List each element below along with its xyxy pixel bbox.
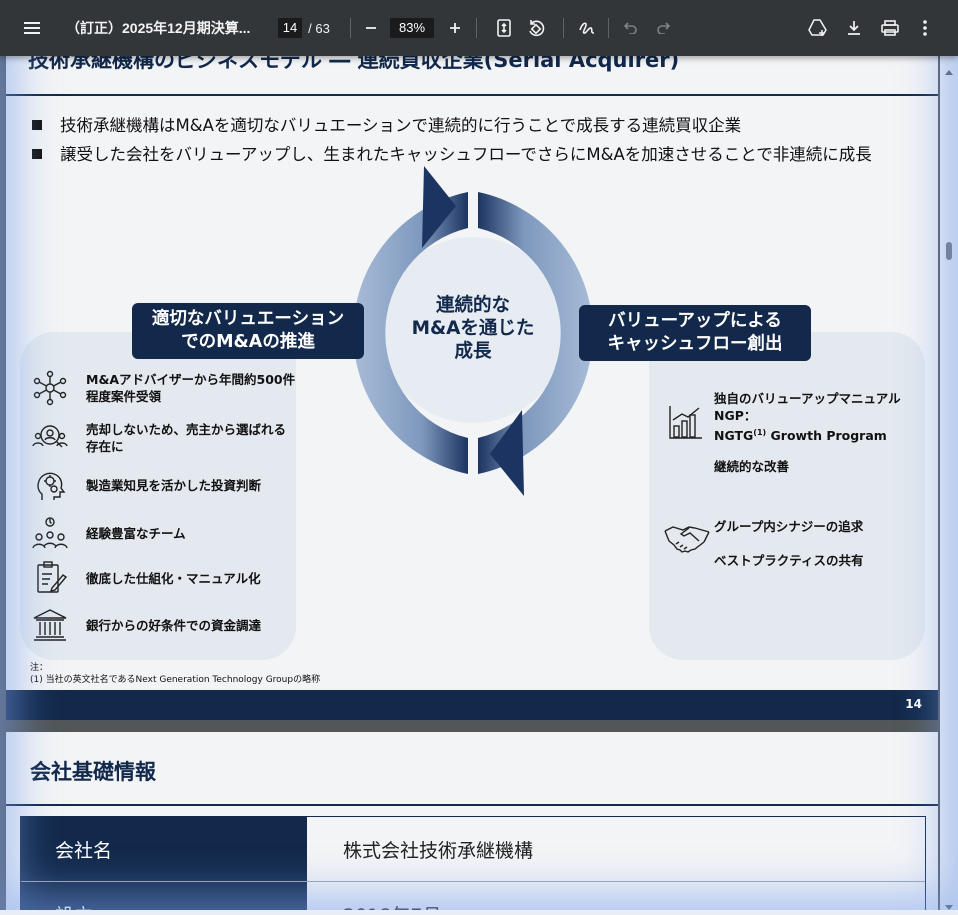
- head-gears-icon: [31, 466, 69, 504]
- toolbar-separator: [350, 18, 351, 38]
- left-item-4: 経験豊富なチーム: [31, 514, 296, 552]
- table-header-cell: 会社名: [21, 817, 306, 881]
- download-button[interactable]: [840, 0, 868, 56]
- print-button[interactable]: [876, 0, 904, 56]
- right-label-line-1: バリューアップによる: [608, 311, 782, 331]
- pdf-viewer[interactable]: 技術承継機構のビジネスモデル ― 連続買収企業(Serial Acquirer)…: [0, 0, 958, 910]
- continuous-improvement-text: 継続的な改善: [714, 459, 790, 474]
- slide-footer: 14: [6, 690, 938, 720]
- ngtg-line: NGTG(1) Growth Program: [714, 424, 901, 444]
- redo-button[interactable]: [650, 0, 676, 56]
- left-item-2-text: 売却しないため、売主から選ばれる存在に: [86, 422, 287, 454]
- toolbar-separator: [563, 18, 564, 38]
- left-label-box: 適切なバリュエーション でのM&Aの推進: [132, 303, 364, 359]
- more-options-button[interactable]: [914, 0, 936, 56]
- ngp-text: NGP：: [714, 408, 757, 423]
- rotate-icon: [529, 20, 545, 37]
- scroll-thumb[interactable]: [946, 242, 952, 260]
- checklist-icon: [31, 559, 69, 597]
- table-row: 設立 2018年7月: [21, 882, 925, 910]
- table-row: 会社名 株式会社技術承継機構: [21, 817, 925, 882]
- next-page-title: 会社基礎情報: [30, 760, 156, 784]
- center-line-2: M&Aを通じた: [411, 318, 535, 339]
- left-item-1-text: M&Aアドバイザーから年間約500件程度案件受領: [86, 372, 296, 404]
- document-title: （訂正）2025年12月期決算...: [66, 0, 256, 56]
- pdf-page-15: 会社基礎情報 会社名 株式会社技術承継機構 設立 2018年7月: [6, 732, 938, 910]
- bar-chart-icon: [668, 404, 704, 444]
- pen-icon: [579, 22, 595, 34]
- bank-icon: [31, 606, 69, 644]
- page-total: / 63: [308, 20, 330, 36]
- center-line-3: 成長: [454, 341, 492, 362]
- undo-button[interactable]: [618, 0, 644, 56]
- pdf-page-14: 技術承継機構のビジネスモデル ― 連続買収企業(Serial Acquirer)…: [6, 30, 938, 720]
- company-info-table: 会社名 株式会社技術承継機構 設立 2018年7月: [20, 816, 926, 910]
- best-practice-text: ベストプラクティスの共有: [714, 553, 864, 568]
- growth-program-text: Growth Program: [766, 428, 887, 444]
- center-label: 連続的な M&Aを通じた 成長: [408, 294, 538, 363]
- left-item-2: 売却しないため、売主から選ばれる存在に: [31, 419, 296, 457]
- page-number-input[interactable]: 14: [278, 18, 302, 38]
- scroll-up-arrow-icon[interactable]: [945, 60, 953, 79]
- drive-add-icon: [808, 19, 827, 36]
- toolbar-separator: [476, 18, 477, 38]
- zoom-input[interactable]: 83%: [390, 18, 434, 38]
- printer-icon: [881, 20, 899, 36]
- more-vert-icon: [923, 20, 927, 36]
- document-title-text: （訂正）2025年12月期決算...: [66, 20, 251, 36]
- plus-icon: [450, 23, 460, 33]
- next-page-rule: [6, 804, 938, 806]
- network-icon: [31, 369, 69, 407]
- note-text: (1) 当社の英文社名であるNext Generation Technology…: [30, 675, 321, 685]
- right-label-line-2: キャッシュフロー創出: [607, 334, 783, 354]
- zoom-in-button[interactable]: [442, 0, 468, 56]
- value-up-manual-text: 独自のバリューアップマニュアル: [714, 391, 901, 406]
- zoom-out-button[interactable]: [358, 0, 384, 56]
- table-header-cell: 設立: [21, 882, 306, 910]
- ngtg-footnote-mark: (1): [753, 428, 767, 437]
- undo-icon: [624, 22, 637, 34]
- group-synergy-text: グループ内シナジーの追求: [714, 519, 864, 534]
- table-value-cell: 株式会社技術承継機構: [306, 817, 925, 881]
- left-item-6-text: 銀行からの好条件での資金調達: [86, 617, 262, 633]
- redo-icon: [657, 22, 670, 34]
- center-line-1: 連続的な: [435, 295, 510, 316]
- left-label-line-1: 適切なバリュエーション: [151, 309, 345, 329]
- left-item-5: 徹底した仕組化・マニュアル化: [31, 559, 296, 597]
- rotate-button[interactable]: [522, 0, 550, 56]
- annotate-button[interactable]: [574, 0, 600, 56]
- team-icon: [31, 514, 69, 552]
- people-search-icon: [31, 419, 69, 457]
- left-item-5-text: 徹底した仕組化・マニュアル化: [86, 570, 261, 586]
- right-arrowhead: [490, 410, 524, 496]
- download-icon: [848, 21, 860, 35]
- slide-page-number: 14: [905, 697, 922, 711]
- minus-icon: [366, 27, 376, 29]
- add-to-drive-button[interactable]: [804, 0, 832, 56]
- left-item-4-text: 経験豊富なチーム: [86, 525, 186, 541]
- vertical-scrollbar[interactable]: [940, 56, 958, 910]
- handshake-icon: [664, 522, 710, 558]
- fit-page-icon: [497, 19, 511, 37]
- right-item-1: 独自のバリューアップマニュアル NGP： NGTG(1) Growth Prog…: [714, 390, 901, 444]
- fit-page-button[interactable]: [491, 0, 517, 56]
- pdf-toolbar: （訂正）2025年12月期決算... 14 / 63 83%: [0, 0, 958, 56]
- left-label-line-2: でのM&Aの推進: [181, 332, 315, 352]
- left-item-3-text: 製造業知見を活かした投資判断: [86, 477, 262, 493]
- left-item-6: 銀行からの好条件での資金調達: [31, 606, 296, 644]
- left-item-1: M&Aアドバイザーから年間約500件程度案件受領: [31, 369, 296, 407]
- toolbar-separator: [608, 18, 609, 38]
- menu-icon: [24, 22, 40, 34]
- ngtg-text: NGTG: [714, 428, 754, 444]
- menu-button[interactable]: [14, 0, 50, 56]
- left-item-3: 製造業知見を活かした投資判断: [31, 466, 296, 504]
- scroll-down-arrow-icon[interactable]: [945, 896, 953, 915]
- right-label-box: バリューアップによる キャッシュフロー創出: [579, 305, 811, 361]
- table-value-cell: 2018年7月: [306, 882, 925, 910]
